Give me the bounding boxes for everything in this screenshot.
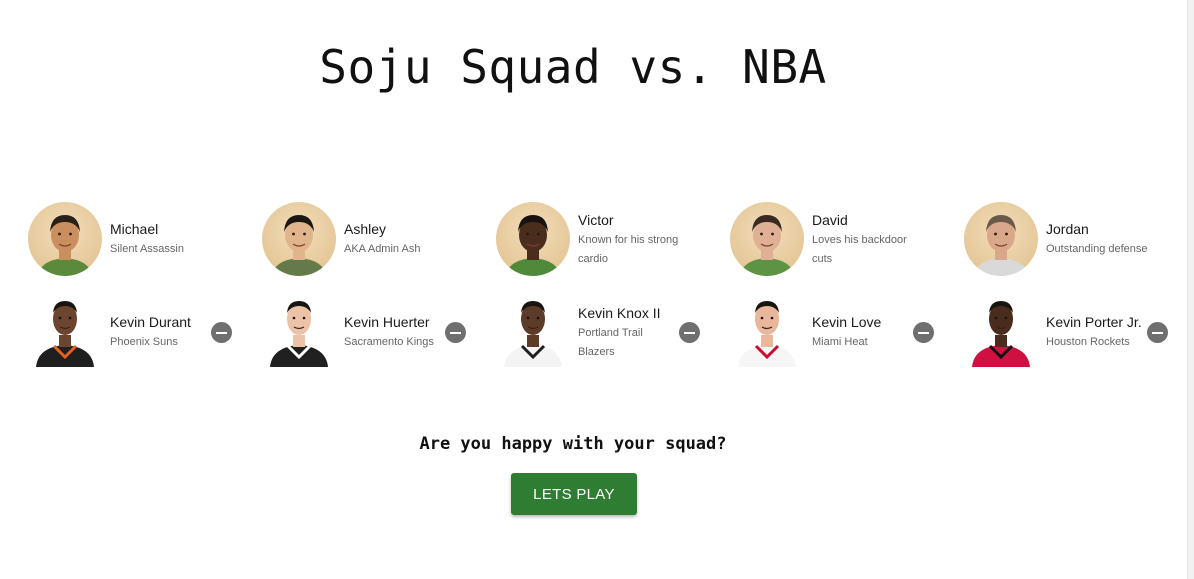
squad-member-name: Ashley — [344, 221, 387, 237]
squad-member: Jordan Outstanding defense — [964, 200, 1194, 278]
remove-player-button[interactable] — [1147, 322, 1168, 343]
nba-player-team: Phoenix Suns — [110, 336, 178, 348]
squad-avatar — [964, 202, 1038, 276]
nba-player: Kevin Love Miami Heat — [730, 284, 964, 380]
nba-player-team: Portland Trail Blazers — [578, 326, 643, 358]
squad-member-desc: Known for his strong cardio — [578, 233, 679, 265]
matchup-column: Ashley AKA Admin Ash Kevin Huerter Sacra… — [262, 200, 496, 380]
squad-member-desc: AKA Admin Ash — [344, 243, 421, 255]
nba-player-photo — [964, 295, 1038, 369]
squad-member: Ashley AKA Admin Ash — [262, 200, 496, 278]
matchup-columns: Michael Silent Assassin Kevin Durant Pho… — [28, 200, 1178, 380]
nba-player: Kevin Durant Phoenix Suns — [28, 284, 262, 380]
nba-player-photo — [262, 295, 336, 369]
nba-player-photo — [730, 295, 804, 369]
squad-member-desc: Loves his backdoor cuts — [812, 233, 907, 265]
nba-player: Kevin Porter Jr. Houston Rockets — [964, 284, 1194, 380]
squad-member-name: Victor — [578, 211, 614, 228]
squad-member-name: David — [812, 211, 848, 228]
squad-member-name: Jordan — [1046, 221, 1089, 237]
nba-player-team: Sacramento Kings — [344, 336, 434, 348]
nba-player: Kevin Huerter Sacramento Kings — [262, 284, 496, 380]
remove-player-button[interactable] — [679, 322, 700, 343]
remove-player-button[interactable] — [913, 322, 934, 343]
squad-member-desc: Outstanding defense — [1046, 243, 1148, 255]
nba-player-team: Houston Rockets — [1046, 336, 1130, 348]
squad-avatar — [730, 202, 804, 276]
squad-avatar — [496, 202, 570, 276]
nba-player-name: Kevin Porter Jr. — [1046, 314, 1142, 330]
remove-player-button[interactable] — [445, 322, 466, 343]
matchup-column: Jordan Outstanding defense Kevin Porter … — [964, 200, 1194, 380]
lets-play-button[interactable]: LETS PLAY — [511, 473, 637, 515]
nba-player: Kevin Knox II Portland Trail Blazers — [496, 284, 730, 380]
squad-member-name: Michael — [110, 221, 159, 237]
nba-player-team: Miami Heat — [812, 336, 868, 348]
squad-member-desc: Silent Assassin — [110, 243, 184, 255]
nba-player-name: Kevin Huerter — [344, 314, 430, 330]
squad-member: Victor Known for his strong cardio — [496, 200, 730, 278]
matchup-column: Michael Silent Assassin Kevin Durant Pho… — [28, 200, 262, 380]
confirm-question: Are you happy with your squad? — [419, 434, 727, 454]
squad-avatar — [28, 202, 102, 276]
nba-player-name: Kevin Knox II — [578, 304, 661, 321]
matchup-column: Victor Known for his strong cardio Kevin… — [496, 200, 730, 380]
nba-player-photo — [496, 295, 570, 369]
squad-member: David Loves his backdoor cuts — [730, 200, 964, 278]
matchup-column: David Loves his backdoor cuts Kevin Love… — [730, 200, 964, 380]
nba-player-photo — [28, 295, 102, 369]
squad-member: Michael Silent Assassin — [28, 200, 262, 278]
remove-player-button[interactable] — [211, 322, 232, 343]
nba-player-name: Kevin Durant — [110, 314, 191, 330]
nba-player-name: Kevin Love — [812, 314, 882, 330]
page-title: Soju Squad vs. NBA — [319, 40, 827, 94]
squad-avatar — [262, 202, 336, 276]
